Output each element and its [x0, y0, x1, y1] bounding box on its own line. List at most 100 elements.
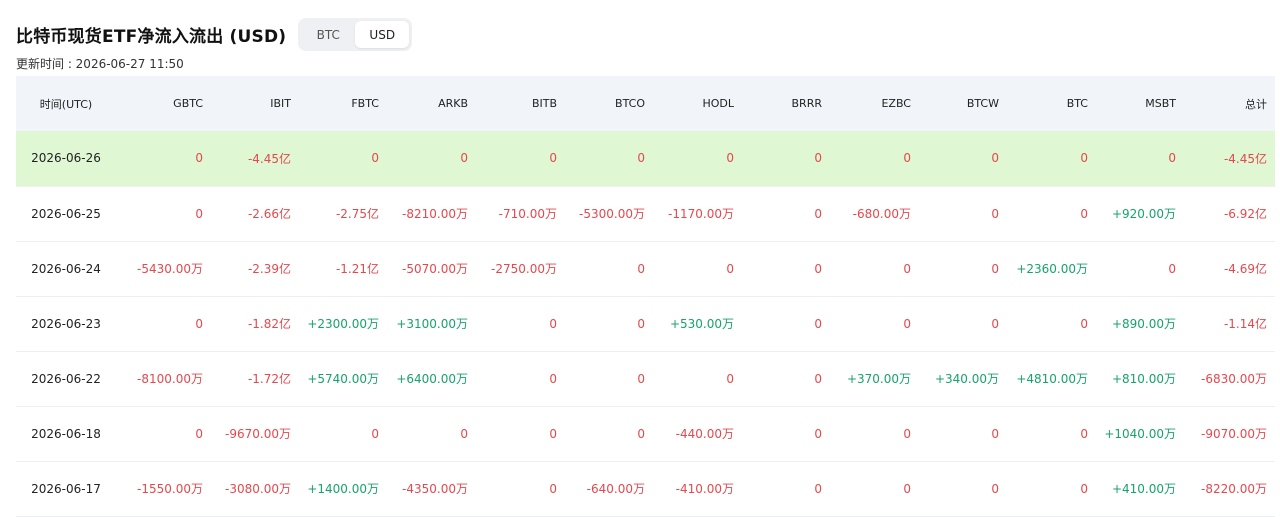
column-header-总计: 总计 — [1245, 97, 1267, 111]
column-header-ibit: IBIT — [270, 97, 291, 110]
flow-cell: 0 — [1168, 261, 1176, 276]
updated-time: 更新时间 : 2026-06-27 11:50 — [16, 57, 184, 71]
flow-cell: +5740.00万 — [307, 372, 379, 386]
flow-cell: -2.39亿 — [247, 262, 291, 276]
page-header: 比特币现货ETF净流入流出 (USD) BTC USD — [16, 18, 413, 51]
flow-cell: +410.00万 — [1111, 482, 1176, 496]
flow-cell: 0 — [903, 426, 911, 441]
flow-cell: 0 — [726, 261, 734, 276]
column-header-arkb: ARKB — [438, 97, 468, 110]
flow-cell: 0 — [814, 316, 822, 331]
flow-cell: 0 — [1080, 426, 1088, 441]
table-row: 2026-06-26 0 -4.45亿 0 0 0 0 0 0 0 0 0 0 -4.45亿 — [16, 131, 1275, 186]
table-row: 2026-06-22 -8100.00万 -1.72亿 +5740.00万 +6400.… — [16, 351, 1275, 406]
table-row: 2026-06-23 0 -1.82亿 +2300.00万 +3100.00万 0 0 +53… — [16, 296, 1275, 351]
flow-cell: 0 — [637, 151, 645, 166]
flow-cell: -2.66亿 — [247, 207, 291, 221]
flow-cell: -6830.00万 — [1201, 372, 1267, 386]
flow-cell: +4810.00万 — [1016, 372, 1088, 386]
flow-cell: -1170.00万 — [668, 207, 734, 221]
flow-cell: +3100.00万 — [396, 317, 468, 331]
flow-cell: 0 — [637, 371, 645, 386]
flow-cell: 0 — [903, 151, 911, 166]
flow-cell: 0 — [1168, 151, 1176, 166]
flow-cell: -1.14亿 — [1223, 317, 1267, 331]
toggle-btc-button[interactable]: BTC — [301, 21, 355, 48]
flow-cell: 0 — [903, 261, 911, 276]
flow-cell: 0 — [549, 151, 557, 166]
flow-cell: -8220.00万 — [1201, 482, 1267, 496]
column-header-fbtc: FBTC — [351, 97, 379, 110]
flow-cell: 0 — [991, 151, 999, 166]
flow-cell: +530.00万 — [669, 317, 734, 331]
page-title: 比特币现货ETF净流入流出 (USD) — [16, 27, 287, 47]
flow-cell: 0 — [549, 426, 557, 441]
flow-cell: 0 — [195, 426, 203, 441]
etf-flow-table-container: 时间(UTC) GBTC IBIT FBTC ARKB BITB BTCO HODL BRRR E… — [16, 76, 1275, 517]
flow-cell: -710.00万 — [498, 207, 557, 221]
flow-cell: 0 — [195, 316, 203, 331]
flow-cell: 0 — [1080, 316, 1088, 331]
row-date: 2026-06-17 — [31, 481, 101, 496]
table-row: 2026-06-25 0 -2.66亿 -2.75亿 -8210.00万 -710.00万… — [16, 186, 1275, 241]
column-header-btcw: BTCW — [966, 97, 999, 110]
table-row: 2026-06-17 -1550.00万 -3080.00万 +1400.00万 -43… — [16, 461, 1275, 516]
table-row: 2026-06-24 -5430.00万 -2.39亿 -1.21亿 -5070.00万… — [16, 241, 1275, 296]
flow-cell: -8100.00万 — [137, 372, 203, 386]
row-date: 2026-06-23 — [31, 316, 101, 331]
flow-cell: 0 — [814, 151, 822, 166]
flow-cell: -2.75亿 — [335, 207, 379, 221]
table-header-row: 时间(UTC) GBTC IBIT FBTC ARKB BITB BTCO HODL BRRR E… — [16, 76, 1275, 131]
flow-cell: +810.00万 — [1111, 372, 1176, 386]
flow-cell: -680.00万 — [852, 207, 911, 221]
flow-cell: -1.72亿 — [247, 372, 291, 386]
row-date: 2026-06-18 — [31, 426, 101, 441]
column-header-btco: BTCO — [615, 97, 645, 110]
flow-cell: +370.00万 — [846, 372, 911, 386]
flow-cell: +1040.00万 — [1104, 427, 1176, 441]
flow-cell: 0 — [195, 151, 203, 166]
flow-cell: +2300.00万 — [307, 317, 379, 331]
flow-cell: 0 — [991, 206, 999, 221]
column-header-date: 时间(UTC) — [39, 97, 93, 111]
flow-cell: 0 — [991, 316, 999, 331]
flow-cell: 0 — [726, 371, 734, 386]
flow-cell: 0 — [1080, 481, 1088, 496]
flow-cell: -3080.00万 — [225, 482, 291, 496]
currency-toggle: BTC USD — [298, 18, 413, 51]
column-header-gbtc: GBTC — [173, 97, 203, 110]
flow-cell: 0 — [371, 151, 379, 166]
flow-cell: 0 — [460, 151, 468, 166]
flow-cell: +920.00万 — [1111, 207, 1176, 221]
column-header-ezbc: EZBC — [881, 97, 911, 110]
flow-cell: -4350.00万 — [402, 482, 468, 496]
flow-cell: 0 — [991, 426, 999, 441]
row-date: 2026-06-22 — [31, 371, 101, 386]
flow-cell: 0 — [991, 481, 999, 496]
flow-cell: 0 — [460, 426, 468, 441]
flow-cell: -9070.00万 — [1201, 427, 1267, 441]
flow-cell: +6400.00万 — [396, 372, 468, 386]
flow-cell: -5300.00万 — [579, 207, 645, 221]
etf-flow-table: 时间(UTC) GBTC IBIT FBTC ARKB BITB BTCO HODL BRRR E… — [16, 76, 1275, 517]
flow-cell: 0 — [814, 426, 822, 441]
toggle-usd-button[interactable]: USD — [355, 21, 410, 48]
flow-cell: 0 — [903, 316, 911, 331]
flow-cell: -4.69亿 — [1223, 262, 1267, 276]
flow-cell: -440.00万 — [675, 427, 734, 441]
flow-cell: 0 — [814, 261, 822, 276]
flow-cell: -8210.00万 — [402, 207, 468, 221]
flow-cell: +340.00万 — [934, 372, 999, 386]
table-body: 2026-06-26 0 -4.45亿 0 0 0 0 0 0 0 0 0 0 -4.45亿 2026-06… — [16, 131, 1275, 516]
flow-cell: +2360.00万 — [1016, 262, 1088, 276]
flow-cell: -1550.00万 — [137, 482, 203, 496]
flow-cell: 0 — [991, 261, 999, 276]
flow-cell: -9670.00万 — [225, 427, 291, 441]
flow-cell: -6.92亿 — [1223, 207, 1267, 221]
flow-cell: 0 — [549, 371, 557, 386]
flow-cell: -5430.00万 — [137, 262, 203, 276]
table-row: 2026-06-18 0 -9670.00万 0 0 0 0 -440.00万 0 0 0 0 +104… — [16, 406, 1275, 461]
flow-cell: -5070.00万 — [402, 262, 468, 276]
column-header-bitb: BITB — [531, 97, 557, 110]
flow-cell: 0 — [549, 481, 557, 496]
